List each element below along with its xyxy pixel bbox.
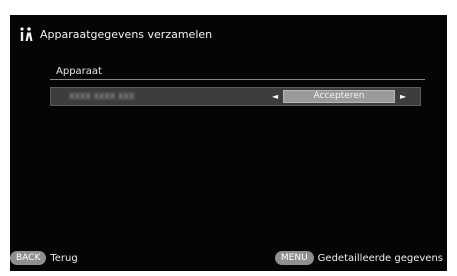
arrow-left-icon[interactable]: ◄ (272, 91, 278, 103)
section-divider (50, 79, 425, 80)
menu-label[interactable]: Gedetailleerde gegevens (318, 253, 443, 264)
back-label[interactable]: Terug (50, 253, 77, 264)
accept-button[interactable]: Accepteren (283, 90, 395, 103)
back-key-badge[interactable]: BACK (10, 251, 47, 265)
title-bar: Apparaatgegevens verzamelen (10, 15, 447, 53)
section-label: Apparaat (56, 66, 102, 77)
page-title: Apparaatgegevens verzamelen (40, 27, 213, 41)
tv-screen: Apparaatgegevens verzamelen Apparaat XXX… (10, 15, 447, 271)
info-person-icon (20, 27, 33, 41)
arrow-right-icon[interactable]: ► (400, 91, 406, 103)
menu-key-badge[interactable]: MENU (274, 251, 314, 265)
menu-hint[interactable]: MENU Gedetailleerde gegevens (274, 250, 443, 266)
back-hint[interactable]: BACK Terug (10, 250, 78, 266)
device-row[interactable]: XXXX XXXX XXX ◄ Accepteren ► (50, 87, 421, 106)
device-name: XXXX XXXX XXX (69, 92, 135, 101)
